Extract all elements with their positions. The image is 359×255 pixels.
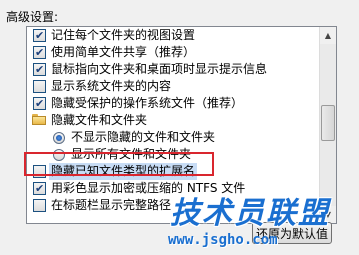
item-label: 隐藏受保护的操作系统文件（推荐） xyxy=(51,96,244,110)
checkbox[interactable] xyxy=(33,27,46,44)
radio-button[interactable] xyxy=(53,132,65,144)
watermark-url: www.jsgho.com xyxy=(168,232,278,248)
watermark-logo: 技术员联盟 xyxy=(170,196,330,231)
list-item[interactable]: 使用简单文件共享（推荐） xyxy=(27,44,319,61)
list-item[interactable]: 不显示隐藏的文件和文件夹 xyxy=(27,129,319,146)
scroll-up-icon[interactable]: ▲ xyxy=(320,27,336,44)
list-item[interactable]: 记住每个文件夹的视图设置 xyxy=(27,27,319,44)
list-item: 隐藏文件和文件夹 xyxy=(27,112,319,129)
scroll-thumb[interactable] xyxy=(321,105,335,141)
item-label: 使用简单文件共享（推荐） xyxy=(51,45,196,59)
list-item[interactable]: 鼠标指向文件夹和桌面项时显示提示信息 xyxy=(27,61,319,78)
item-label: 不显示隐藏的文件和文件夹 xyxy=(71,130,216,144)
folder-icon xyxy=(32,114,46,125)
checkbox[interactable] xyxy=(33,61,46,78)
checkbox[interactable] xyxy=(33,199,46,212)
item-label: 在标题栏显示完整路径 xyxy=(51,198,172,212)
checkbox[interactable] xyxy=(33,180,46,197)
list-item[interactable]: 隐藏受保护的操作系统文件（推荐） xyxy=(27,95,319,112)
checkbox[interactable] xyxy=(33,80,46,93)
checkbox[interactable] xyxy=(33,44,46,61)
item-label: 鼠标指向文件夹和桌面项时显示提示信息 xyxy=(51,62,268,76)
group-label: 隐藏文件和文件夹 xyxy=(51,113,148,127)
item-label: 记住每个文件夹的视图设置 xyxy=(51,28,196,42)
list-item[interactable]: 显示系统文件夹的内容 xyxy=(27,78,319,95)
checkbox[interactable] xyxy=(33,95,46,112)
section-label: 高级设置: xyxy=(6,10,59,24)
item-label: 显示系统文件夹的内容 xyxy=(51,79,172,93)
highlight-annotation xyxy=(24,152,214,176)
